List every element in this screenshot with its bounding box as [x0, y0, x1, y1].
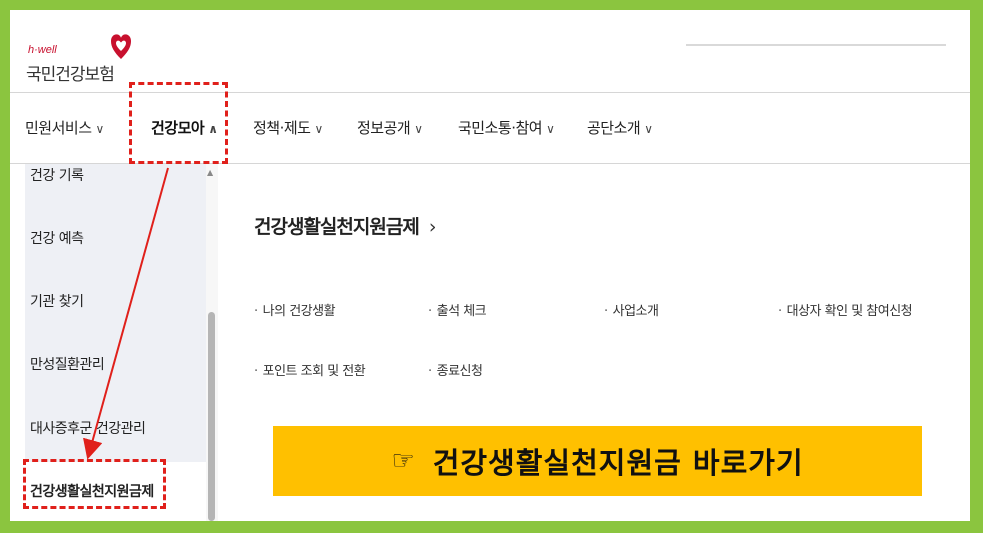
chevron-down-icon: ∨: [414, 122, 423, 136]
link-project-intro[interactable]: · 사업소개: [604, 300, 659, 319]
gnb-item-label: 공단소개: [587, 119, 641, 137]
link-termination[interactable]: · 종료신청: [428, 360, 483, 379]
site-logo[interactable]: h·well 국민건강보험: [26, 20, 136, 85]
bullet: ·: [428, 304, 432, 319]
chevron-down-icon: ∨: [644, 122, 653, 136]
search-bar-line[interactable]: [686, 44, 946, 46]
sidebar-item-find-institution[interactable]: 기관 찾기: [30, 291, 84, 311]
highlight-box-sidebar: [23, 459, 166, 509]
gnb-item-label: 정책·제도: [253, 119, 311, 137]
link-my-health-life[interactable]: · 나의 건강생활: [254, 300, 336, 319]
gnb-item-about[interactable]: 공단소개 ∨: [587, 117, 653, 138]
logo-small-text: h·well: [28, 44, 57, 56]
banner-text: 건강생활실천지원금 바로가기: [432, 446, 804, 480]
page-title[interactable]: 건강생활실천지원금제 ›: [254, 212, 437, 239]
gnb-item-policy[interactable]: 정책·제도 ∨: [253, 117, 323, 138]
bullet: ·: [254, 304, 258, 319]
gnb-item-label: 정보공개: [357, 119, 411, 137]
shortcut-banner[interactable]: ☞ 건강생활실천지원금 바로가기: [273, 426, 922, 496]
pointing-hand-icon: ☞: [391, 446, 415, 476]
gnb-item-civil-service[interactable]: 민원서비스 ∨: [25, 117, 104, 138]
gnb-item-label: 민원서비스: [25, 119, 92, 137]
link-label: 나의 건강생활: [262, 304, 336, 319]
gnb-item-disclosure[interactable]: 정보공개 ∨: [357, 117, 423, 138]
link-label: 종료신청: [436, 364, 483, 379]
link-eligibility-apply[interactable]: · 대상자 확인 및 참여신청: [778, 300, 913, 319]
bullet: ·: [778, 304, 782, 319]
heart-logo-icon: [111, 34, 131, 59]
highlight-box-gnb: [129, 82, 228, 164]
page-frame: h·well 국민건강보험 민원서비스 ∨ 건강모아 ∧ 정책·제도 ∨ 정보공개 ∨ …: [10, 10, 970, 521]
link-label: 포인트 조회 및 전환: [262, 364, 366, 379]
sidebar-item-health-prediction[interactable]: 건강 예측: [30, 228, 84, 248]
link-points-lookup[interactable]: · 포인트 조회 및 전환: [254, 360, 366, 379]
sidebar-item-health-record[interactable]: 건강 기록: [30, 165, 84, 185]
bullet: ·: [428, 364, 432, 379]
gnb-item-label: 국민소통·참여: [458, 119, 543, 137]
page-title-text: 건강생활실천지원금제: [254, 216, 420, 238]
sidebar-item-metabolic-syndrome[interactable]: 대사증후군 건강관리: [30, 418, 146, 438]
triangle-up-icon[interactable]: ▲: [207, 168, 213, 177]
scrollbar-thumb[interactable]: [208, 312, 215, 521]
chevron-down-icon: ∨: [314, 122, 323, 136]
chevron-down-icon: ∨: [546, 122, 555, 136]
logo-text: 국민건강보험: [26, 65, 115, 85]
gnb-item-communication[interactable]: 국민소통·참여 ∨: [458, 117, 555, 138]
link-label: 대상자 확인 및 참여신청: [786, 304, 913, 319]
bullet: ·: [254, 364, 258, 379]
link-label: 출석 체크: [436, 304, 487, 319]
bullet: ·: [604, 304, 608, 319]
link-label: 사업소개: [612, 304, 659, 319]
chevron-down-icon: ∨: [95, 122, 105, 136]
chevron-right-icon: ›: [428, 216, 437, 238]
link-attendance-check[interactable]: · 출석 체크: [428, 300, 487, 319]
sidebar-item-chronic-disease[interactable]: 만성질환관리: [30, 354, 105, 374]
